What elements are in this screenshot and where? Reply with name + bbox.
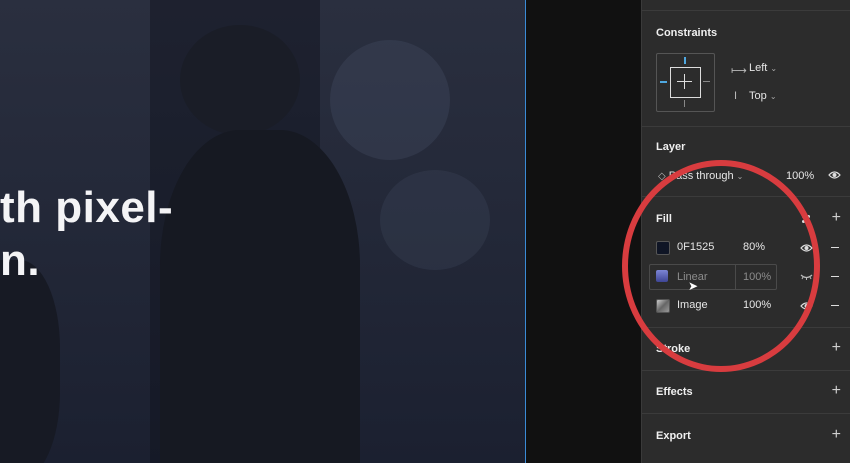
remove-fill-icon[interactable] <box>831 247 839 248</box>
horizontal-constraint-icon: ⟼ <box>731 65 747 77</box>
layer-opacity[interactable]: 100% <box>786 170 814 182</box>
chevron-down-icon: ⌄ <box>769 92 777 101</box>
blend-mode-label: Pass through <box>668 170 734 182</box>
divider <box>642 10 850 11</box>
fill-swatch[interactable] <box>656 270 668 282</box>
export-title: Export <box>656 430 691 442</box>
hero-heading-line-1: th pixel- <box>0 183 174 232</box>
fill-hex-value[interactable]: 0F1525 <box>677 241 714 253</box>
hero-heading-line-2: n. <box>0 236 41 285</box>
person-head-shape <box>180 25 300 135</box>
crosshair-icon <box>677 81 692 82</box>
add-fill-button[interactable]: + <box>832 210 841 226</box>
fill-opacity-value[interactable]: 100% <box>743 271 771 283</box>
add-export-button[interactable]: + <box>832 427 841 443</box>
chevron-down-icon: ⌄ <box>736 172 744 181</box>
design-canvas[interactable]: th pixel- n. <box>0 0 525 463</box>
styles-grid-icon[interactable] <box>801 214 811 224</box>
fill-swatch[interactable] <box>656 241 670 255</box>
effects-title: Effects <box>656 386 693 398</box>
fill-title: Fill <box>656 213 672 225</box>
constraint-right[interactable] <box>703 81 710 82</box>
add-stroke-button[interactable]: + <box>832 340 841 356</box>
canvas-gap <box>526 0 641 463</box>
remove-fill-icon[interactable] <box>831 305 839 306</box>
divider <box>642 327 850 328</box>
fill-opacity-value[interactable]: 100% <box>743 299 771 311</box>
constraint-top-active[interactable] <box>684 57 686 64</box>
cursor-icon: ➤ <box>688 279 699 293</box>
fill-swatch-image[interactable] <box>656 299 670 313</box>
vertical-constraint-select[interactable]: Top ⌄ <box>749 90 777 102</box>
layer-title: Layer <box>656 141 686 153</box>
add-effect-button[interactable]: + <box>832 383 841 399</box>
fill-type-value[interactable]: Image <box>677 299 708 311</box>
constraint-box <box>670 67 701 98</box>
constraint-bottom[interactable] <box>684 100 685 107</box>
background-person-shape <box>0 260 60 463</box>
vertical-constraint-icon: I <box>734 90 738 102</box>
divider <box>642 126 850 127</box>
blend-mode-icon: ◇ <box>658 171 666 182</box>
blend-mode-select[interactable]: ◇ Pass through ⌄ <box>658 170 743 182</box>
divider <box>642 196 850 197</box>
background-light-shape <box>330 40 450 160</box>
fill-item[interactable]: Linear 100% ➤ <box>642 264 850 293</box>
vertical-constraint-label: Top <box>749 90 767 102</box>
field-separator <box>735 265 736 289</box>
fill-item[interactable]: Image 100% <box>642 296 850 316</box>
fill-opacity-value[interactable]: 80% <box>743 241 765 253</box>
remove-fill-icon[interactable] <box>831 276 839 277</box>
constraints-title: Constraints <box>656 27 718 39</box>
eye-closed-icon[interactable] <box>800 273 813 281</box>
stroke-title: Stroke <box>656 343 691 355</box>
divider <box>642 370 850 371</box>
horizontal-constraint-label: Left <box>749 62 768 74</box>
constraint-left-active[interactable] <box>660 81 667 83</box>
eye-icon[interactable] <box>828 170 841 180</box>
horizontal-constraint-select[interactable]: Left ⌄ <box>749 62 777 74</box>
divider <box>642 413 850 414</box>
chevron-down-icon: ⌄ <box>770 64 778 73</box>
background-light-shape <box>380 170 490 270</box>
properties-panel: Constraints ⟼ Left ⌄ I Top ⌄ Layer ◇ Pas… <box>641 0 850 463</box>
constraints-widget[interactable] <box>656 53 715 112</box>
eye-icon[interactable] <box>800 301 813 311</box>
person-body-shape <box>160 130 360 463</box>
eye-icon[interactable] <box>800 243 813 253</box>
fill-item[interactable]: 0F1525 80% <box>642 238 850 258</box>
